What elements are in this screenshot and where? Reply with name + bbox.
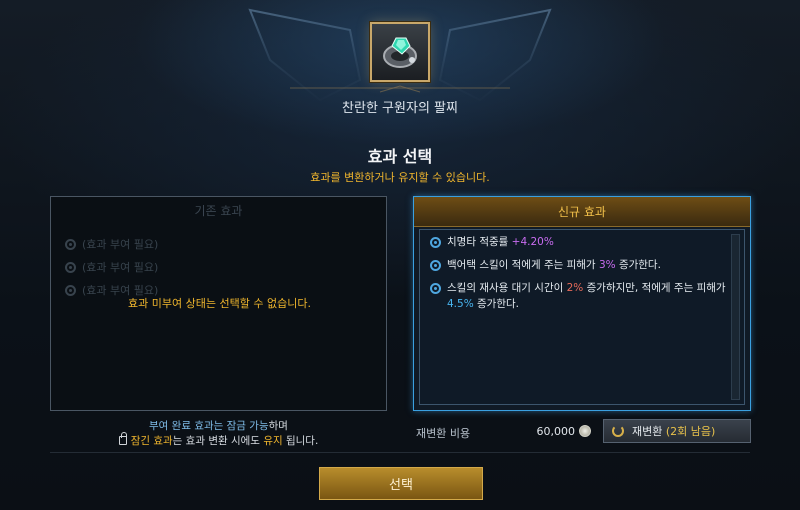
effect-icon — [430, 283, 441, 294]
new-effects-list: 치명타 적중률 +4.20% 백어택 스킬이 적에게 주는 피해가 3% 증가한… — [419, 229, 745, 405]
effect-icon — [65, 238, 76, 250]
new-effect-text: 백어택 스킬이 적에게 주는 피해가 3% 증가한다. — [447, 259, 661, 271]
new-effect-text: 스킬의 재사용 대기 시간이 2% 증가하지만, 적에게 주는 피해가 4.5%… — [447, 282, 726, 310]
existing-effect-row: (효과 부여 필요) — [65, 236, 158, 252]
new-effects-header: 신규 효과 — [414, 197, 750, 227]
new-effect-item: 스킬의 재사용 대기 시간이 2% 증가하지만, 적에게 주는 피해가 4.5%… — [430, 280, 726, 312]
refresh-icon — [612, 425, 624, 437]
lock-info-line-1: 부여 완료 효과는 잠금 가능하며 — [149, 420, 288, 432]
new-effects-panel[interactable]: 신규 효과 치명타 적중률 +4.20% 백어택 스킬이 적에게 주는 피해가 … — [413, 196, 751, 411]
unselectable-notice: 효과 미부여 상태는 선택할 수 없습니다. — [128, 297, 311, 310]
section-subtitle: 효과를 변환하거나 유지할 수 있습니다. — [310, 171, 490, 184]
effect-icon — [65, 284, 76, 296]
reroll-cost-value: 60,000 — [536, 425, 576, 438]
effect-value: 3% — [598, 259, 616, 271]
effect-value: 4.5% — [447, 298, 474, 310]
lock-icon — [118, 432, 127, 445]
existing-effect-row: (효과 부여 필요) — [65, 259, 158, 275]
new-effect-item: 치명타 적중률 +4.20% — [430, 234, 726, 250]
item-icon-frame — [370, 22, 430, 82]
effect-value: 2% — [566, 282, 584, 294]
new-effect-text: 치명타 적중률 +4.20% — [447, 236, 554, 248]
existing-effects-panel: 기존 효과 (효과 부여 필요) (효과 부여 필요) (효과 부여 필요) 효… — [50, 196, 387, 411]
select-button[interactable]: 선택 — [319, 467, 483, 500]
effect-value: +4.20% — [511, 236, 554, 248]
reroll-button[interactable]: 재변환 (2회 남음) — [603, 419, 751, 443]
lock-info-line-2: 잠긴 효과는 효과 변환 시에도 유지 됩니다. — [50, 432, 387, 448]
existing-effects-header: 기존 효과 — [194, 204, 243, 218]
scrollbar[interactable] — [731, 234, 740, 400]
existing-effect-text: (효과 부여 필요) — [82, 261, 159, 274]
existing-effect-text: (효과 부여 필요) — [82, 238, 159, 251]
silver-coin-icon — [579, 425, 591, 437]
effect-icon — [430, 237, 441, 248]
effect-icon — [430, 260, 441, 271]
item-name: 찬란한 구원자의 팔찌 — [342, 101, 458, 116]
section-title: 효과 선택 — [367, 147, 433, 166]
divider — [50, 452, 750, 453]
reroll-label: 재변환 (2회 남음) — [632, 425, 716, 438]
reroll-cost-label: 재변환 비용 — [416, 427, 471, 440]
bracelet-gem-icon — [383, 37, 417, 68]
new-effect-item: 백어택 스킬이 적에게 주는 피해가 3% 증가한다. — [430, 257, 726, 273]
effect-icon — [65, 261, 76, 273]
